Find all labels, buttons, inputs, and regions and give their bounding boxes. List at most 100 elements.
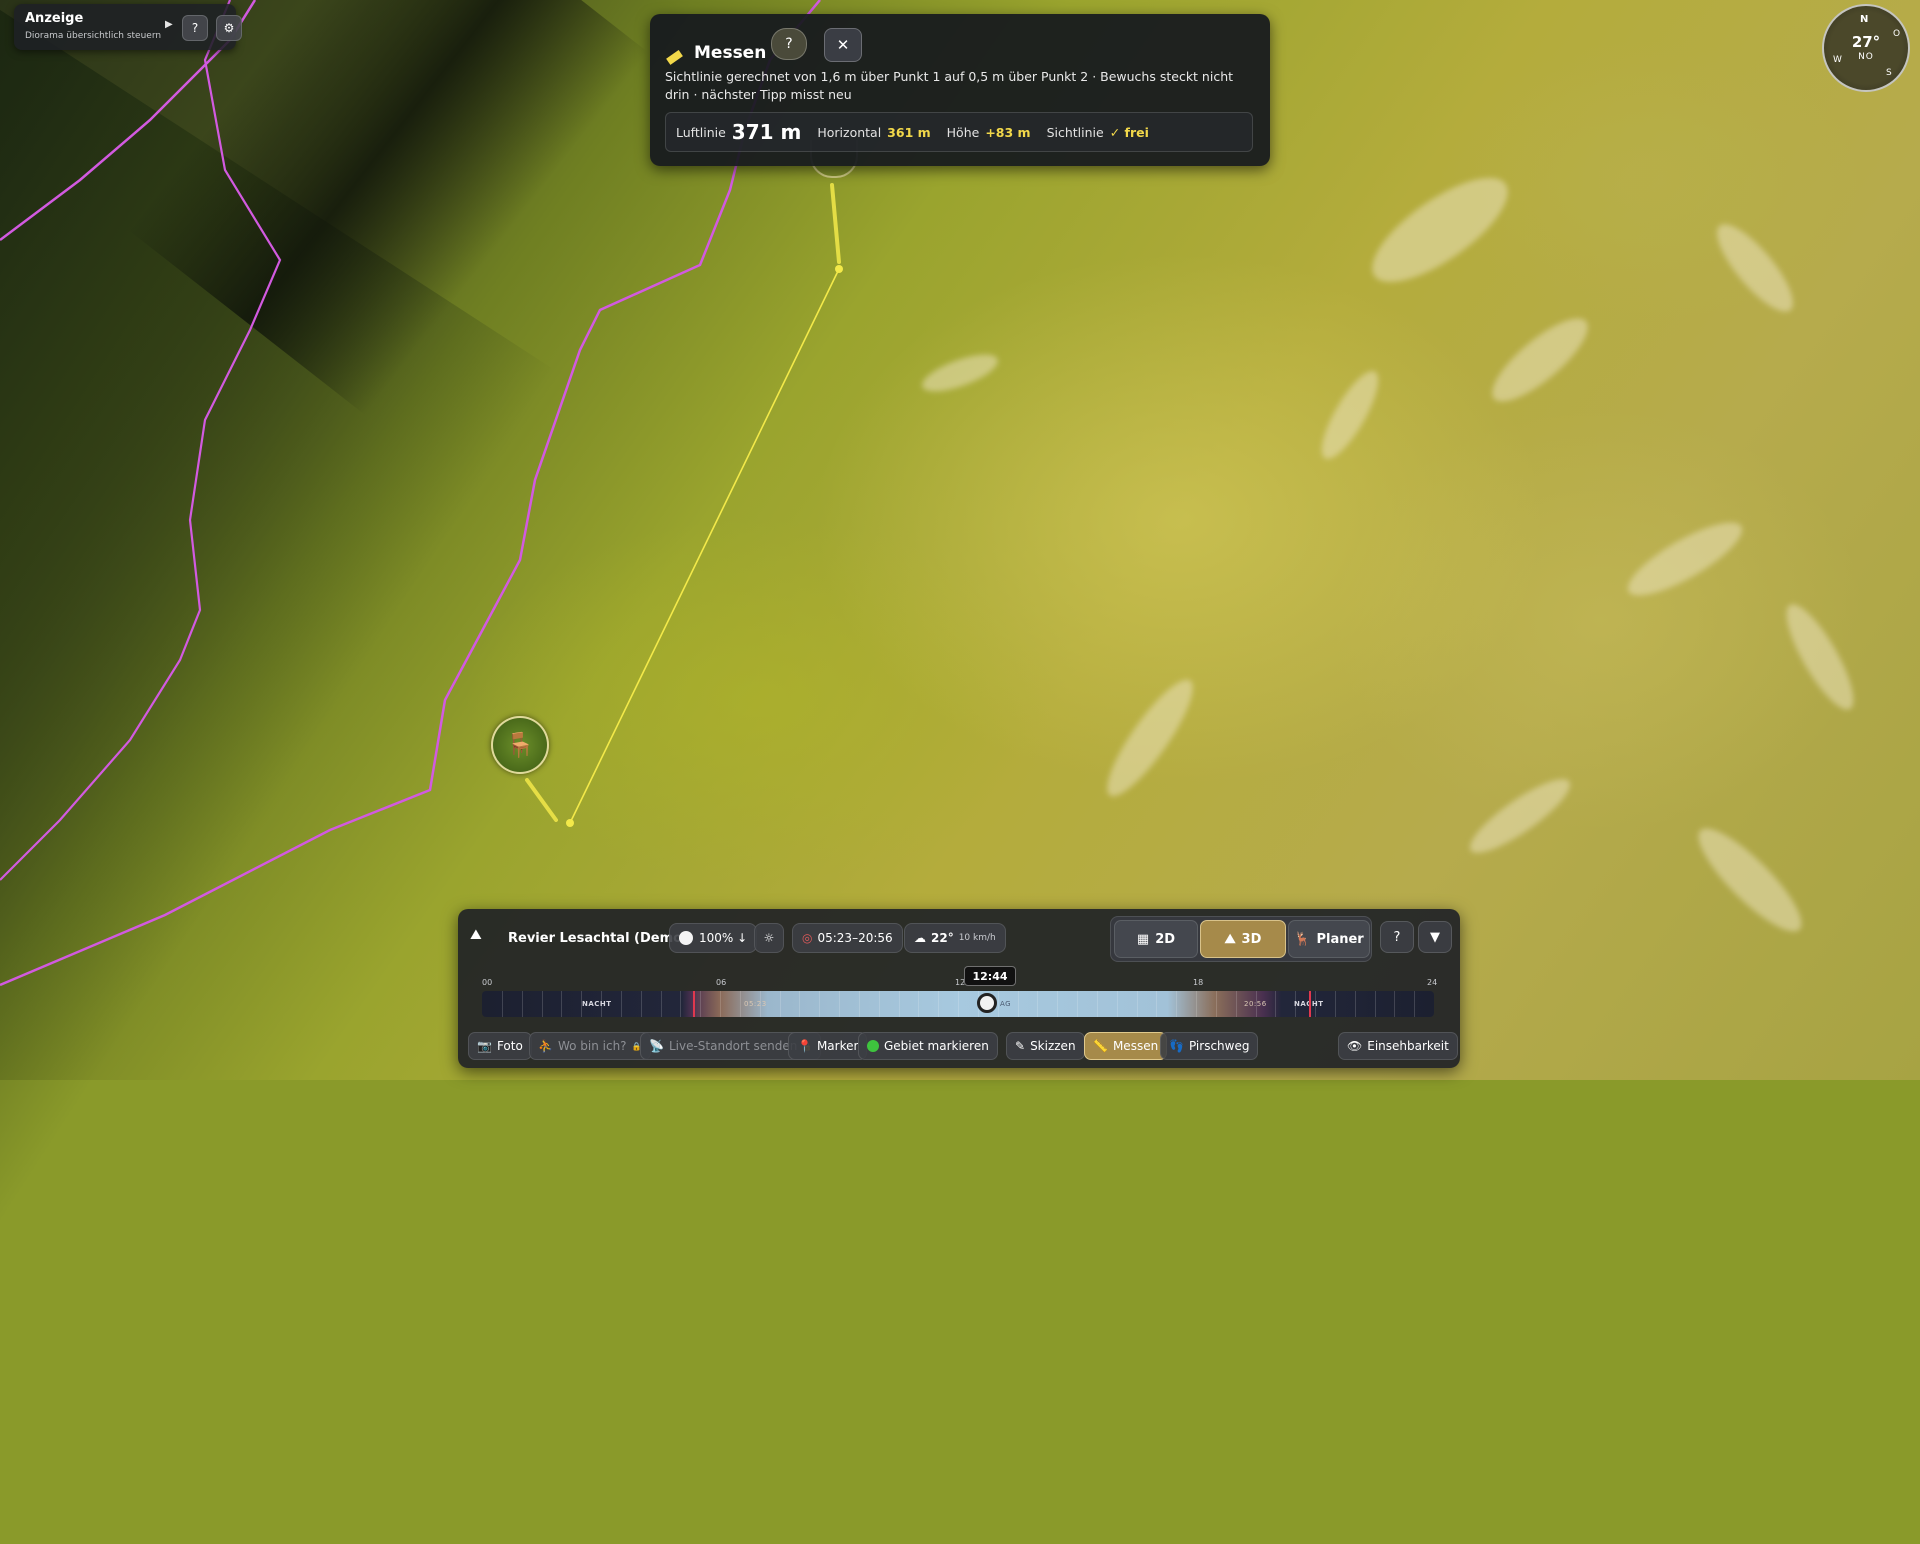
- compass-south: S: [1886, 68, 1892, 78]
- timeline-tick: [680, 991, 682, 1017]
- timeline-tick: [997, 991, 999, 1017]
- eye-icon: 👁: [1347, 1039, 1363, 1053]
- hoehe-label: Höhe: [946, 124, 980, 140]
- current-time-bubble: 12:44: [964, 966, 1016, 986]
- timeline-tick: [1374, 991, 1376, 1017]
- person-icon: ⛹: [538, 1039, 553, 1053]
- triangle-down-icon[interactable]: ▼: [1418, 921, 1452, 953]
- view-2d-button[interactable]: ▦ 2D: [1114, 920, 1198, 958]
- gear-icon[interactable]: ⚙: [216, 15, 242, 41]
- close-icon[interactable]: ✕: [824, 28, 862, 62]
- day-timeline[interactable]: NACHT NACHT 05:23 20:56 AG: [482, 991, 1434, 1017]
- timeline-tick: [938, 991, 940, 1017]
- timeline-tick: [958, 991, 959, 1017]
- timeline-tick: [1037, 991, 1039, 1017]
- compass-north: N: [1860, 14, 1869, 25]
- rock-patch: [1481, 306, 1599, 414]
- compass[interactable]: N O W S 27° NO: [1822, 4, 1910, 92]
- timeline-tick: [1414, 991, 1416, 1017]
- view-mode-group: ▦ 2D ⛰ 3D 🦌 Planer: [1110, 916, 1372, 962]
- timeline-tick: [1077, 991, 1078, 1017]
- timeline-tick: [779, 991, 781, 1017]
- compass-degrees: 27°: [1851, 33, 1881, 51]
- camera-icon: 📷: [477, 1039, 492, 1053]
- timeline-tick: [720, 991, 721, 1017]
- timeline-tick: [1156, 991, 1158, 1017]
- moon-phase-chip[interactable]: 100% ↓: [669, 923, 758, 953]
- anzeige-panel[interactable]: Anzeige Diorama übersichtlich steuern ▶ …: [14, 4, 242, 50]
- timeline-tick: [819, 991, 821, 1017]
- play-icon[interactable]: ▶: [165, 19, 173, 30]
- timeline-tick: [1057, 991, 1059, 1017]
- timeline-tick: [620, 991, 622, 1017]
- sun-toggle[interactable]: ☼: [754, 923, 784, 953]
- tool-foto[interactable]: 📷 Foto: [468, 1032, 532, 1060]
- tool-marker[interactable]: 📍 Marker: [788, 1032, 868, 1060]
- timeline-tick: [1394, 991, 1396, 1017]
- view-3d-button[interactable]: ⛰ 3D: [1200, 920, 1286, 958]
- tool-messen[interactable]: 📏 Messen: [1084, 1032, 1168, 1060]
- tool-pirschweg[interactable]: 👣 Pirschweg: [1160, 1032, 1259, 1060]
- hour-label: 06: [716, 978, 727, 987]
- weather-chip[interactable]: ☁ 22° 10 km/h: [904, 923, 1006, 953]
- luftlinie-label: Luftlinie: [676, 124, 726, 140]
- footprint-icon: 👣: [1169, 1039, 1184, 1053]
- broadcast-icon: 📡: [649, 1039, 664, 1053]
- time-slider-handle[interactable]: [977, 993, 997, 1013]
- timeline-tick: [521, 991, 523, 1017]
- mountain-icon: ⛰: [470, 927, 482, 943]
- rock-patch: [1312, 364, 1388, 466]
- timeline-tick: [1096, 991, 1098, 1017]
- moon-icon: [679, 931, 693, 945]
- timeline-tick: [1334, 991, 1336, 1017]
- messen-title: Messen: [694, 43, 767, 63]
- tool-label: Gebiet markieren: [884, 1039, 989, 1053]
- rock-patch: [1095, 670, 1205, 806]
- tool-wo-bin-ich[interactable]: ⛹ Wo bin ich? 🔒: [529, 1032, 651, 1060]
- sun-icon: ☼: [763, 931, 775, 945]
- tool-gebiet-markieren[interactable]: Gebiet markieren: [858, 1032, 998, 1060]
- revier-name[interactable]: Revier Lesachtal (Demo): [508, 931, 688, 946]
- cloud-icon: ☁: [914, 931, 926, 945]
- hour-label: 24: [1427, 978, 1438, 987]
- tool-einsehbarkeit[interactable]: 👁 Einsehbarkeit: [1338, 1032, 1458, 1060]
- view-planer-button[interactable]: 🦌 Planer: [1288, 920, 1370, 958]
- horizontal-value: 361 m: [887, 124, 931, 140]
- tool-label: Foto: [496, 1039, 523, 1053]
- sunset-label: 20:56: [1244, 1000, 1267, 1008]
- tool-skizzen[interactable]: ✎ Skizzen: [1006, 1032, 1085, 1060]
- timeline-tick: [898, 991, 900, 1017]
- horizontal-label: Horizontal: [817, 124, 882, 140]
- ruler-icon: ▬: [658, 40, 689, 72]
- weather-wind: 10 km/h: [958, 933, 996, 943]
- timeline-tick: [1176, 991, 1178, 1017]
- timeline-tick: [501, 991, 503, 1017]
- pin-icon: 📍: [797, 1039, 812, 1053]
- rock-patch: [1461, 768, 1579, 864]
- weather-temp: 22°: [931, 931, 954, 945]
- tool-label: Pirschweg: [1188, 1039, 1250, 1053]
- timeline-tick: [1215, 991, 1217, 1017]
- messen-stats: Luftlinie 371 m Horizontal 361 m Höhe +8…: [665, 112, 1253, 152]
- messen-help-button[interactable]: ?: [771, 28, 807, 60]
- timeline-tick: [1116, 991, 1118, 1017]
- view-planer-label: Planer: [1316, 931, 1364, 947]
- tool-label: Messen: [1112, 1039, 1159, 1053]
- sunset-marker: [1309, 991, 1311, 1017]
- sichtlinie-label: Sichtlinie: [1046, 124, 1104, 140]
- ruler-icon: 📏: [1093, 1039, 1108, 1053]
- hoehe-value: +83 m: [985, 124, 1031, 140]
- deer-icon: 🦌: [1294, 931, 1311, 947]
- sun-times-chip[interactable]: ◎ 05:23–20:56: [792, 923, 903, 953]
- mountain-icon: ⛰: [1224, 931, 1236, 947]
- timeline-tick: [1235, 991, 1237, 1017]
- timeline-tick: [799, 991, 801, 1017]
- help-button[interactable]: ?: [1380, 921, 1414, 953]
- timeline-tick: [858, 991, 860, 1017]
- hochsitz-marker[interactable]: 🪑: [491, 716, 549, 774]
- chair-icon: 🪑: [505, 731, 535, 759]
- anzeige-help-button[interactable]: ?: [182, 15, 208, 41]
- rock-patch: [1619, 510, 1751, 608]
- rock-patch: [917, 347, 1003, 399]
- hour-label: 18: [1193, 978, 1204, 987]
